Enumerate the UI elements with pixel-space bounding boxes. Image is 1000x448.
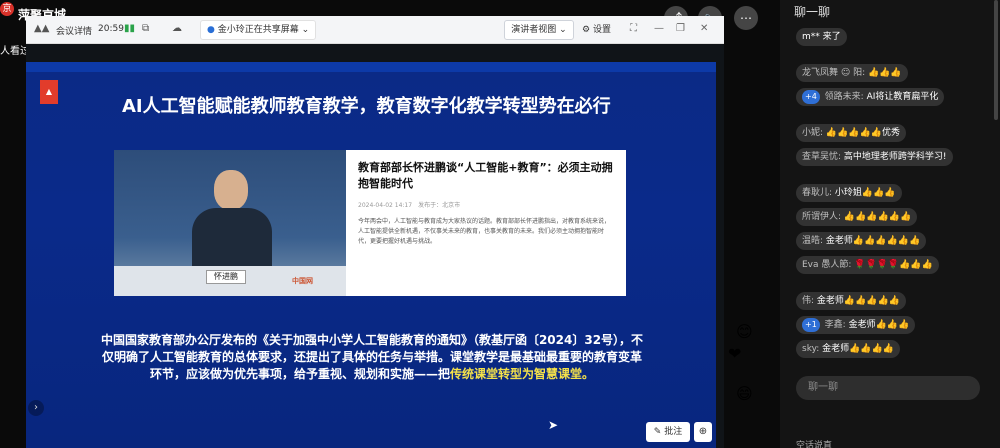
news-headline: 教育部部长怀进鹏谈“人工智能+教育”：必须主动拥抱智能时代: [358, 161, 613, 190]
restore-icon[interactable]: ❐: [676, 23, 685, 34]
chat-bottom-text: 空话说直: [796, 441, 833, 448]
live-stream-screen: 京 萍聚京城 ⤴ 🔈 ⋯ 人看过 ▲▲ 会议详情 20:59 ▮▮ ⧉ ☁ ● …: [0, 0, 1000, 448]
settings-label: 设置: [592, 25, 611, 35]
presentation-slide: ▲ AI人工智能赋能教师教育教学，教育数字化教学转型势在必行 怀进鹏 中国网 教…: [26, 62, 716, 448]
user-badge: +1: [802, 318, 820, 332]
heart-icon: ❤: [728, 344, 742, 363]
chat-message: 查草吴忧: 高中地理老师跨学科学习!: [796, 148, 953, 166]
news-text: 教育部部长怀进鹏谈“人工智能+教育”：必须主动拥抱智能时代 2024-04-02…: [358, 160, 614, 247]
meeting-time: 20:59: [98, 24, 124, 34]
minimize-icon[interactable]: —: [654, 23, 664, 34]
slide-top-band: [26, 62, 716, 72]
sharing-indicator-icon: ●: [207, 25, 215, 35]
meeting-window: ▲▲ 会议详情 20:59 ▮▮ ⧉ ☁ ● 金小玲正在共享屏幕 ⌄ 演讲者视图…: [26, 16, 724, 448]
chat-message: 龙飞凤舞 ☺ 阳: 👍👍👍: [796, 64, 908, 82]
user-badge: +4: [802, 90, 820, 104]
slide-paragraph: 中国国家教育部办公厅发布的《关于加强中小学人工智能教育的通知》（教基厅函〔202…: [100, 332, 644, 383]
meeting-logo-icon: ▲▲: [34, 23, 50, 34]
float-emoji-icon: 😄: [736, 384, 753, 403]
chat-scrollbar[interactable]: [994, 0, 998, 120]
news-body: 今年两会中，人工智能与教育成为大家热议的话题。教育部部长怀进鹏指出，对教育系统来…: [358, 218, 611, 245]
sharing-text: 金小玲正在共享屏幕: [217, 25, 299, 35]
nameplate: 怀进鹏: [206, 270, 246, 284]
view-mode-label: 演讲者视图: [511, 25, 557, 35]
chat-input[interactable]: 聊一聊: [796, 376, 980, 400]
slide-title: AI人工智能赋能教师教育教学，教育数字化教学转型势在必行: [122, 96, 611, 117]
news-card: 怀进鹏 中国网 教育部部长怀进鹏谈“人工智能+教育”：必须主动拥抱智能时代 20…: [114, 150, 626, 296]
open-external-icon[interactable]: ⧉: [142, 23, 149, 34]
mouse-pointer-icon: ➤: [548, 418, 559, 432]
chat-title: 聊一聊: [794, 5, 831, 19]
news-meta: 2024-04-02 14:17 发布于：北京市: [358, 202, 461, 209]
chat-message: sky: 金老师👍👍👍👍: [796, 340, 900, 358]
chat-message: Eva 愚人節: 🌹🌹🌹🌹👍👍👍: [796, 256, 939, 274]
chat-message: +1 李鑫: 金老师👍👍👍: [796, 316, 916, 334]
signal-icon: ▮▮: [124, 23, 136, 34]
cloud-icon[interactable]: ☁: [172, 23, 182, 34]
photo-watermark: 中国网: [292, 277, 313, 285]
settings-button[interactable]: ⚙ 设置: [582, 20, 622, 40]
chevron-right-icon[interactable]: ›: [28, 400, 44, 416]
zoom-button[interactable]: ⊕: [694, 422, 712, 442]
fullscreen-icon[interactable]: ⛶: [630, 23, 637, 34]
chat-message: 小妮: 👍👍👍👍👍优秀: [796, 124, 906, 142]
chat-message: 所谓伊人: 👍👍👍👍👍👍: [796, 208, 918, 226]
chevron-down-icon[interactable]: ⌄: [302, 25, 310, 35]
sharing-status: ● 金小玲正在共享屏幕 ⌄: [200, 20, 317, 40]
chevron-down-icon: ⌄: [559, 25, 567, 35]
chat-message: 伟: 金老师👍👍👍👍👍: [796, 292, 906, 310]
meeting-details-link[interactable]: 会议详情: [56, 24, 92, 37]
meeting-toolbar: ▲▲ 会议详情 20:59 ▮▮ ⧉ ☁ ● 金小玲正在共享屏幕 ⌄ 演讲者视图…: [26, 16, 724, 44]
chat-message: 春耿儿: 小玲姐👍👍👍: [796, 184, 902, 202]
view-mode-select[interactable]: 演讲者视图 ⌄: [504, 20, 574, 40]
annotate-button[interactable]: ✎ 批注: [646, 422, 690, 442]
news-photo: 怀进鹏 中国网: [114, 150, 346, 296]
chat-message: m** 来了: [796, 28, 847, 46]
more-icon[interactable]: ⋯: [734, 6, 758, 30]
paragraph-highlight: 传统课堂转型为智慧课堂。: [450, 367, 595, 381]
float-emoji-icon: 😊: [736, 322, 753, 341]
slide-logo: ▲: [40, 80, 58, 104]
close-icon[interactable]: ✕: [700, 23, 708, 34]
gear-icon: ⚙: [582, 25, 591, 35]
speaker-figure: [192, 170, 272, 280]
chat-message: +4 领路未来: AI将让教育扁平化: [796, 88, 945, 106]
channel-logo[interactable]: 京: [0, 2, 14, 16]
chat-message: 温皓: 金老师👍👍👍👍👍👍: [796, 232, 927, 250]
